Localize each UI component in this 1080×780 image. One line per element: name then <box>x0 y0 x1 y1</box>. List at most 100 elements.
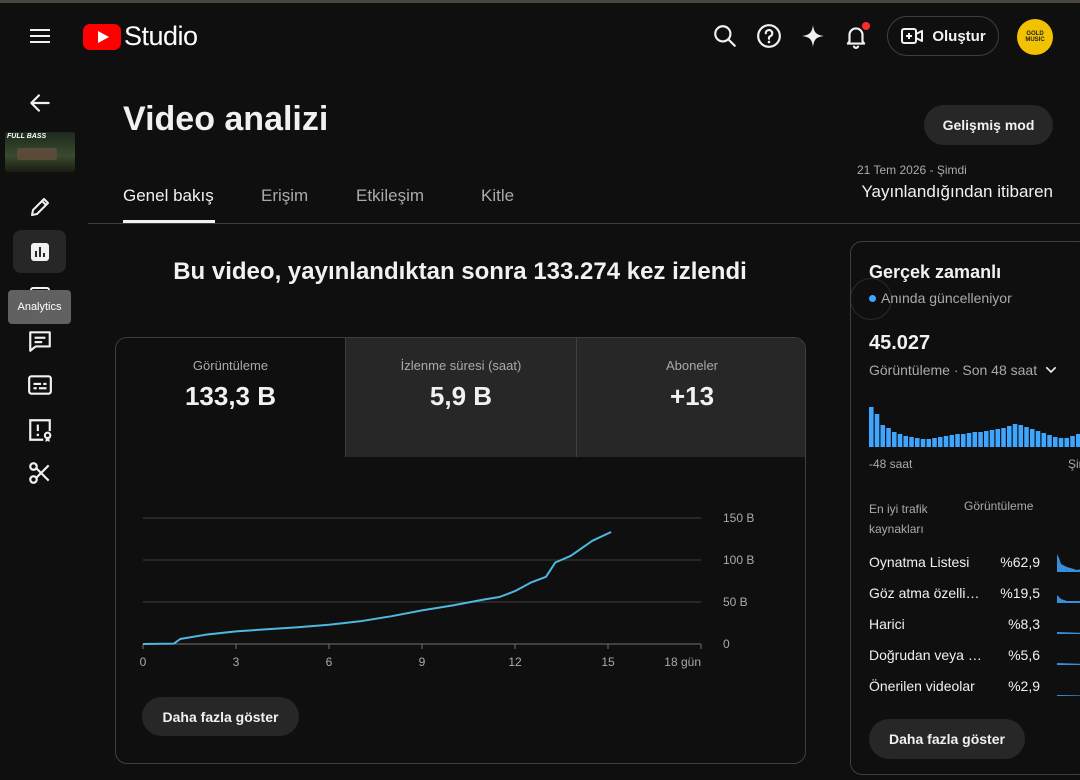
search-icon[interactable] <box>712 23 738 49</box>
realtime-bar <box>949 435 955 447</box>
realtime-period-label: Görüntüleme · Son 48 saat <box>869 362 1038 378</box>
copyright-nav-item[interactable] <box>13 408 66 451</box>
realtime-bar <box>920 439 926 447</box>
realtime-card: Gerçek zamanlı Anında güncelleniyor 45.0… <box>850 241 1080 775</box>
source-sparkline <box>1057 695 1080 696</box>
realtime-bar <box>874 414 880 447</box>
advanced-mode-button[interactable]: Gelişmiş mod <box>924 105 1053 145</box>
chevron-down-icon <box>1045 366 1057 374</box>
metric-views[interactable]: Görüntüleme 133,3 B <box>116 338 345 457</box>
realtime-bar <box>938 437 943 447</box>
realtime-bar <box>1024 427 1029 447</box>
views-line-chart[interactable]: 0 50 B 100 B 150 B 0 3 6 9 12 15 18 gün <box>116 478 806 678</box>
x-tick-label: 3 <box>233 655 240 669</box>
realtime-bar-chart[interactable] <box>869 397 1080 447</box>
metric-label: İzlenme süresi (saat) <box>400 358 522 373</box>
thumbnail-text: FULL BASS <box>7 133 47 140</box>
tab-audience[interactable]: Kitle <box>481 186 514 206</box>
traffic-source-row[interactable]: Önerilen videolar %2,9 <box>869 674 1080 698</box>
traffic-source-row[interactable]: Oynatma Listesi %62,9 <box>869 550 1080 574</box>
realtime-bar <box>989 430 995 447</box>
source-name: Harici <box>869 616 905 632</box>
tab-engagement[interactable]: Etkileşim <box>356 186 424 206</box>
tab-overview[interactable]: Genel bakış <box>123 186 214 206</box>
x-tick-label: 15 <box>601 655 615 669</box>
subtitles-icon <box>27 374 52 395</box>
y-tick-label: 100 B <box>723 553 754 567</box>
metric-watch-time[interactable]: İzlenme süresi (saat) 5,9 B <box>345 338 576 457</box>
realtime-bar <box>943 436 949 447</box>
x-tick-label: 9 <box>419 655 426 669</box>
help-icon[interactable] <box>756 23 782 49</box>
details-nav-item[interactable] <box>13 185 66 228</box>
source-percent: %8,3 <box>1008 616 1040 632</box>
studio-logo[interactable]: Studio <box>83 21 198 52</box>
video-thumbnail[interactable]: FULL BASS <box>5 132 75 172</box>
overview-card: Görüntüleme 133,3 B İzlenme süresi (saat… <box>115 337 806 764</box>
realtime-bar <box>961 434 966 447</box>
y-tick-label: 150 B <box>723 511 754 525</box>
traffic-source-row[interactable]: Harici %8,3 <box>869 612 1080 636</box>
tabs-divider <box>88 223 1080 224</box>
source-percent: %19,5 <box>1000 585 1040 601</box>
realtime-show-more-button[interactable]: Daha fazla göster <box>869 719 1025 759</box>
notifications-icon[interactable] <box>843 22 870 49</box>
avatar[interactable]: GOLD MUSIC <box>1017 19 1053 55</box>
metric-value: +13 <box>669 381 715 411</box>
live-dot-icon <box>869 294 876 302</box>
scissors-icon <box>28 461 49 484</box>
logo-text: Studio <box>124 21 198 51</box>
create-video-icon <box>901 28 924 44</box>
top-bar: Studio Oluştur GOLD MUSIC <box>0 3 1080 67</box>
source-name: Önerilen videolar <box>869 678 975 694</box>
metric-label: Görüntüleme <box>192 358 269 373</box>
realtime-bar <box>1058 438 1064 447</box>
realtime-bar <box>880 425 886 447</box>
realtime-bar <box>1064 438 1070 447</box>
analytics-nav-item[interactable] <box>13 230 66 273</box>
views-headline: Bu video, yayınlandıktan sonra 133.274 k… <box>173 258 747 285</box>
source-sparkline <box>1057 595 1080 603</box>
comment-icon <box>28 330 51 352</box>
clips-nav-item[interactable] <box>13 451 66 494</box>
realtime-axis-start: -48 saat <box>869 457 913 471</box>
show-more-button[interactable]: Daha fazla göster <box>142 697 299 736</box>
x-tick-label: 18 gün <box>664 655 701 669</box>
source-sparkline <box>1057 663 1080 665</box>
realtime-bar <box>1076 434 1080 447</box>
subtitles-nav-item[interactable] <box>13 363 66 406</box>
source-name: Doğrudan veya bilinmeyen <box>869 647 984 663</box>
realtime-bar <box>1018 425 1024 447</box>
date-range-selector[interactable]: Yayınlandığından itibaren <box>861 182 1053 202</box>
traffic-source-row[interactable]: Doğrudan veya bilinmeyen %5,6 <box>869 643 1080 667</box>
realtime-subtitle: Anında güncelleniyor <box>869 290 1012 306</box>
realtime-bar <box>886 428 891 447</box>
realtime-bar <box>1012 424 1018 447</box>
create-button[interactable]: Oluştur <box>887 16 999 56</box>
y-tick-label: 0 <box>723 637 730 651</box>
realtime-period-selector[interactable]: Görüntüleme · Son 48 saat <box>869 362 1059 378</box>
realtime-axis-end: Şimdi <box>1068 457 1080 471</box>
realtime-bar <box>1041 433 1047 447</box>
menu-icon[interactable] <box>28 25 52 45</box>
y-tick-label: 50 B <box>723 595 748 609</box>
realtime-bar <box>932 438 937 447</box>
analytics-icon <box>30 242 49 261</box>
realtime-bar <box>915 438 920 447</box>
realtime-bar <box>869 407 874 447</box>
tab-reach[interactable]: Erişim <box>261 186 308 206</box>
back-arrow-icon[interactable] <box>27 90 53 116</box>
realtime-bar <box>966 433 972 447</box>
metric-value: 133,3 B <box>184 381 277 411</box>
sparkle-icon[interactable] <box>800 23 826 49</box>
realtime-bar <box>892 432 897 447</box>
comments-nav-item[interactable] <box>13 319 66 362</box>
page-title: Video analizi <box>123 100 329 138</box>
avatar-text: GOLD MUSIC <box>1025 31 1045 43</box>
date-range-dates[interactable]: 21 Tem 2026 - Şimdi <box>857 163 967 177</box>
realtime-bar <box>903 436 909 447</box>
metric-label: Aboneler <box>665 358 719 373</box>
realtime-bar <box>926 439 932 447</box>
traffic-source-row[interactable]: Göz atma özellikleri %19,5 <box>869 581 1080 605</box>
metric-subscribers[interactable]: Aboneler +13 <box>576 338 805 457</box>
